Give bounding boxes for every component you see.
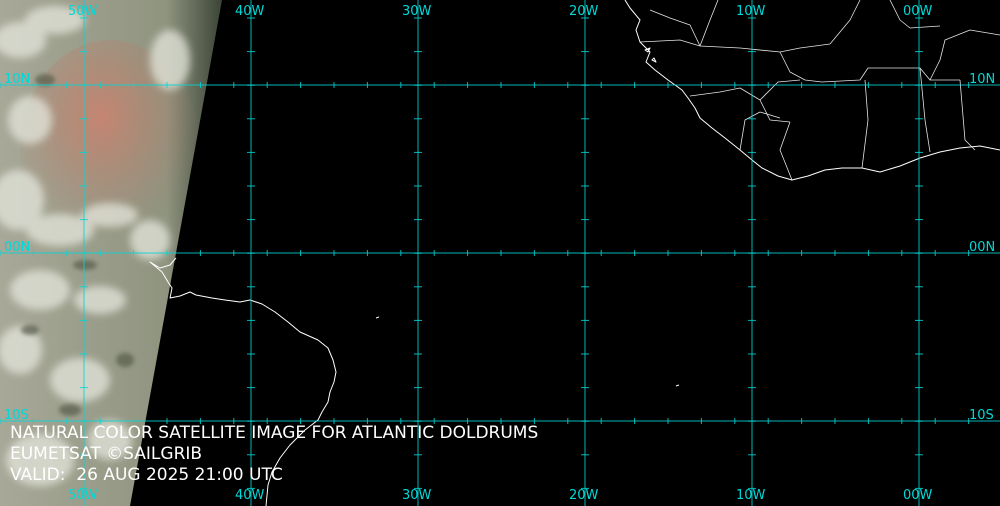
lon-label-top-10W: 10W [736,4,766,19]
lon-label-bottom-10W: 10W [736,488,766,503]
lon-label-bottom-20W: 20W [569,488,599,503]
lon-label-top-50W: 50W [68,4,98,19]
lon-label-top-00W: 00W [903,4,933,19]
lat-label-right-10S: 10S [969,408,994,423]
lon-label-bottom-40W: 40W [235,488,265,503]
caption-credit: EUMETSAT ©SAILGRIB [10,444,203,464]
lon-label-bottom-30W: 30W [402,488,432,503]
lon-label-bottom-50W: 50W [68,488,98,503]
lat-label-left-10S: 10S [4,408,29,423]
caption-valid-time: VALID: 26 AUG 2025 21:00 UTC [10,465,283,485]
map-caption: NATURAL COLOR SATELLITE IMAGE FOR ATLANT… [10,423,538,486]
lon-label-bottom-00W: 00W [903,488,933,503]
lat-label-right-00N: 00N [969,240,996,255]
lat-label-left-00N: 00N [4,240,31,255]
lat-label-right-10N: 10N [969,72,996,87]
satellite-map-frame: 50W 50W 40W 40W 30W 30W 20W 20W 10W 10W 00W 00W 10N 1… [0,0,1000,506]
islands [375,47,680,387]
lon-label-top-20W: 20W [569,4,599,19]
country-borders [639,0,1000,181]
lat-label-left-10N: 10N [4,72,31,87]
lon-label-top-30W: 30W [402,4,432,19]
west-africa-coastline [624,0,1000,181]
caption-title: NATURAL COLOR SATELLITE IMAGE FOR ATLANT… [10,423,539,443]
lon-label-top-40W: 40W [235,4,265,19]
